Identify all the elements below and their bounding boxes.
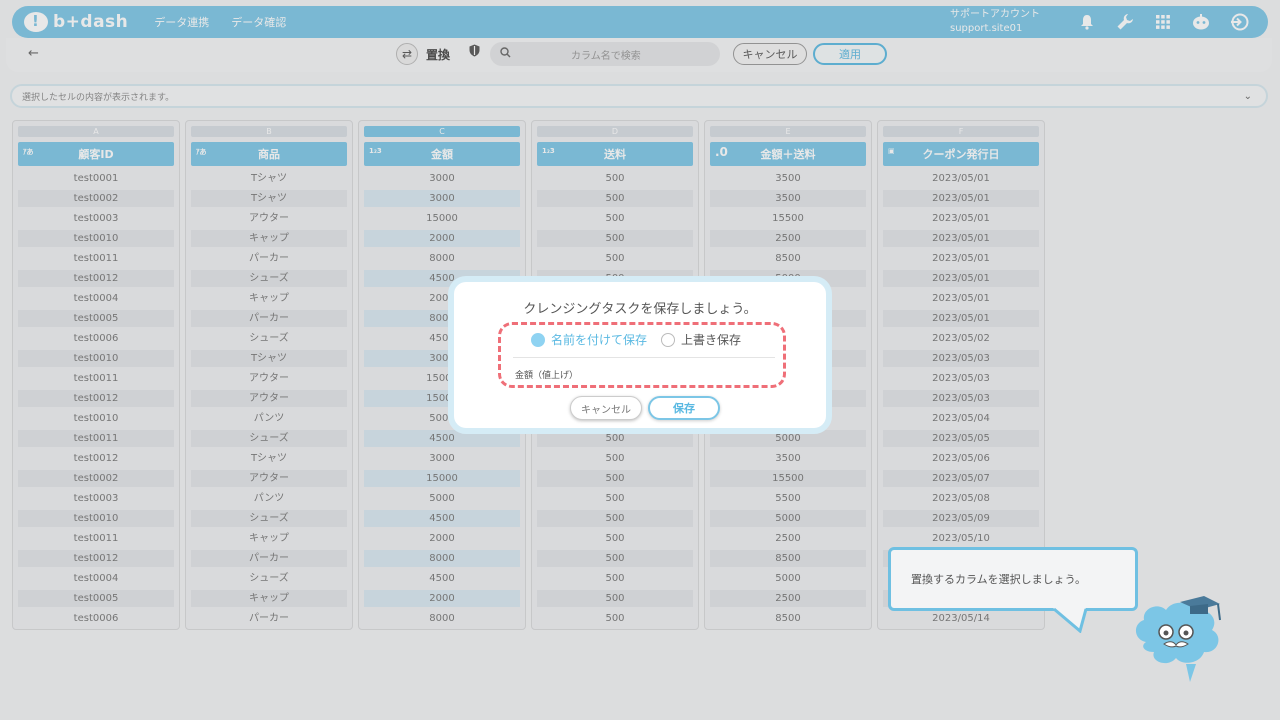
radio-overwrite[interactable]: [661, 332, 676, 347]
highlight-box: 名前を付けて保存 上書き保存 金額（値上げ）: [498, 322, 786, 388]
dialog-title: クレンジングタスクを保存しましょう。: [523, 302, 757, 317]
radio-overwrite-label[interactable]: 上書き保存: [681, 331, 741, 348]
dialog-cancel-button[interactable]: キャンセル: [570, 396, 642, 420]
task-name-field[interactable]: 金額（値上げ）: [515, 368, 578, 381]
bubble-tail: [1052, 607, 1088, 633]
save-task-dialog: クレンジングタスクを保存しましょう。 名前を付けて保存 上書き保存 金額（値上げ…: [448, 276, 832, 434]
radio-save-as-new-label[interactable]: 名前を付けて保存: [551, 331, 647, 348]
divider: [513, 357, 775, 358]
mascot-brain-icon: [1135, 596, 1221, 682]
guide-bubble-text: 置換するカラムを選択しましょう。: [911, 573, 1087, 586]
radio-save-as-new[interactable]: [531, 332, 545, 347]
guide-bubble: 置換するカラムを選択しましょう。: [888, 547, 1138, 611]
dialog-save-button[interactable]: 保存: [648, 396, 720, 420]
